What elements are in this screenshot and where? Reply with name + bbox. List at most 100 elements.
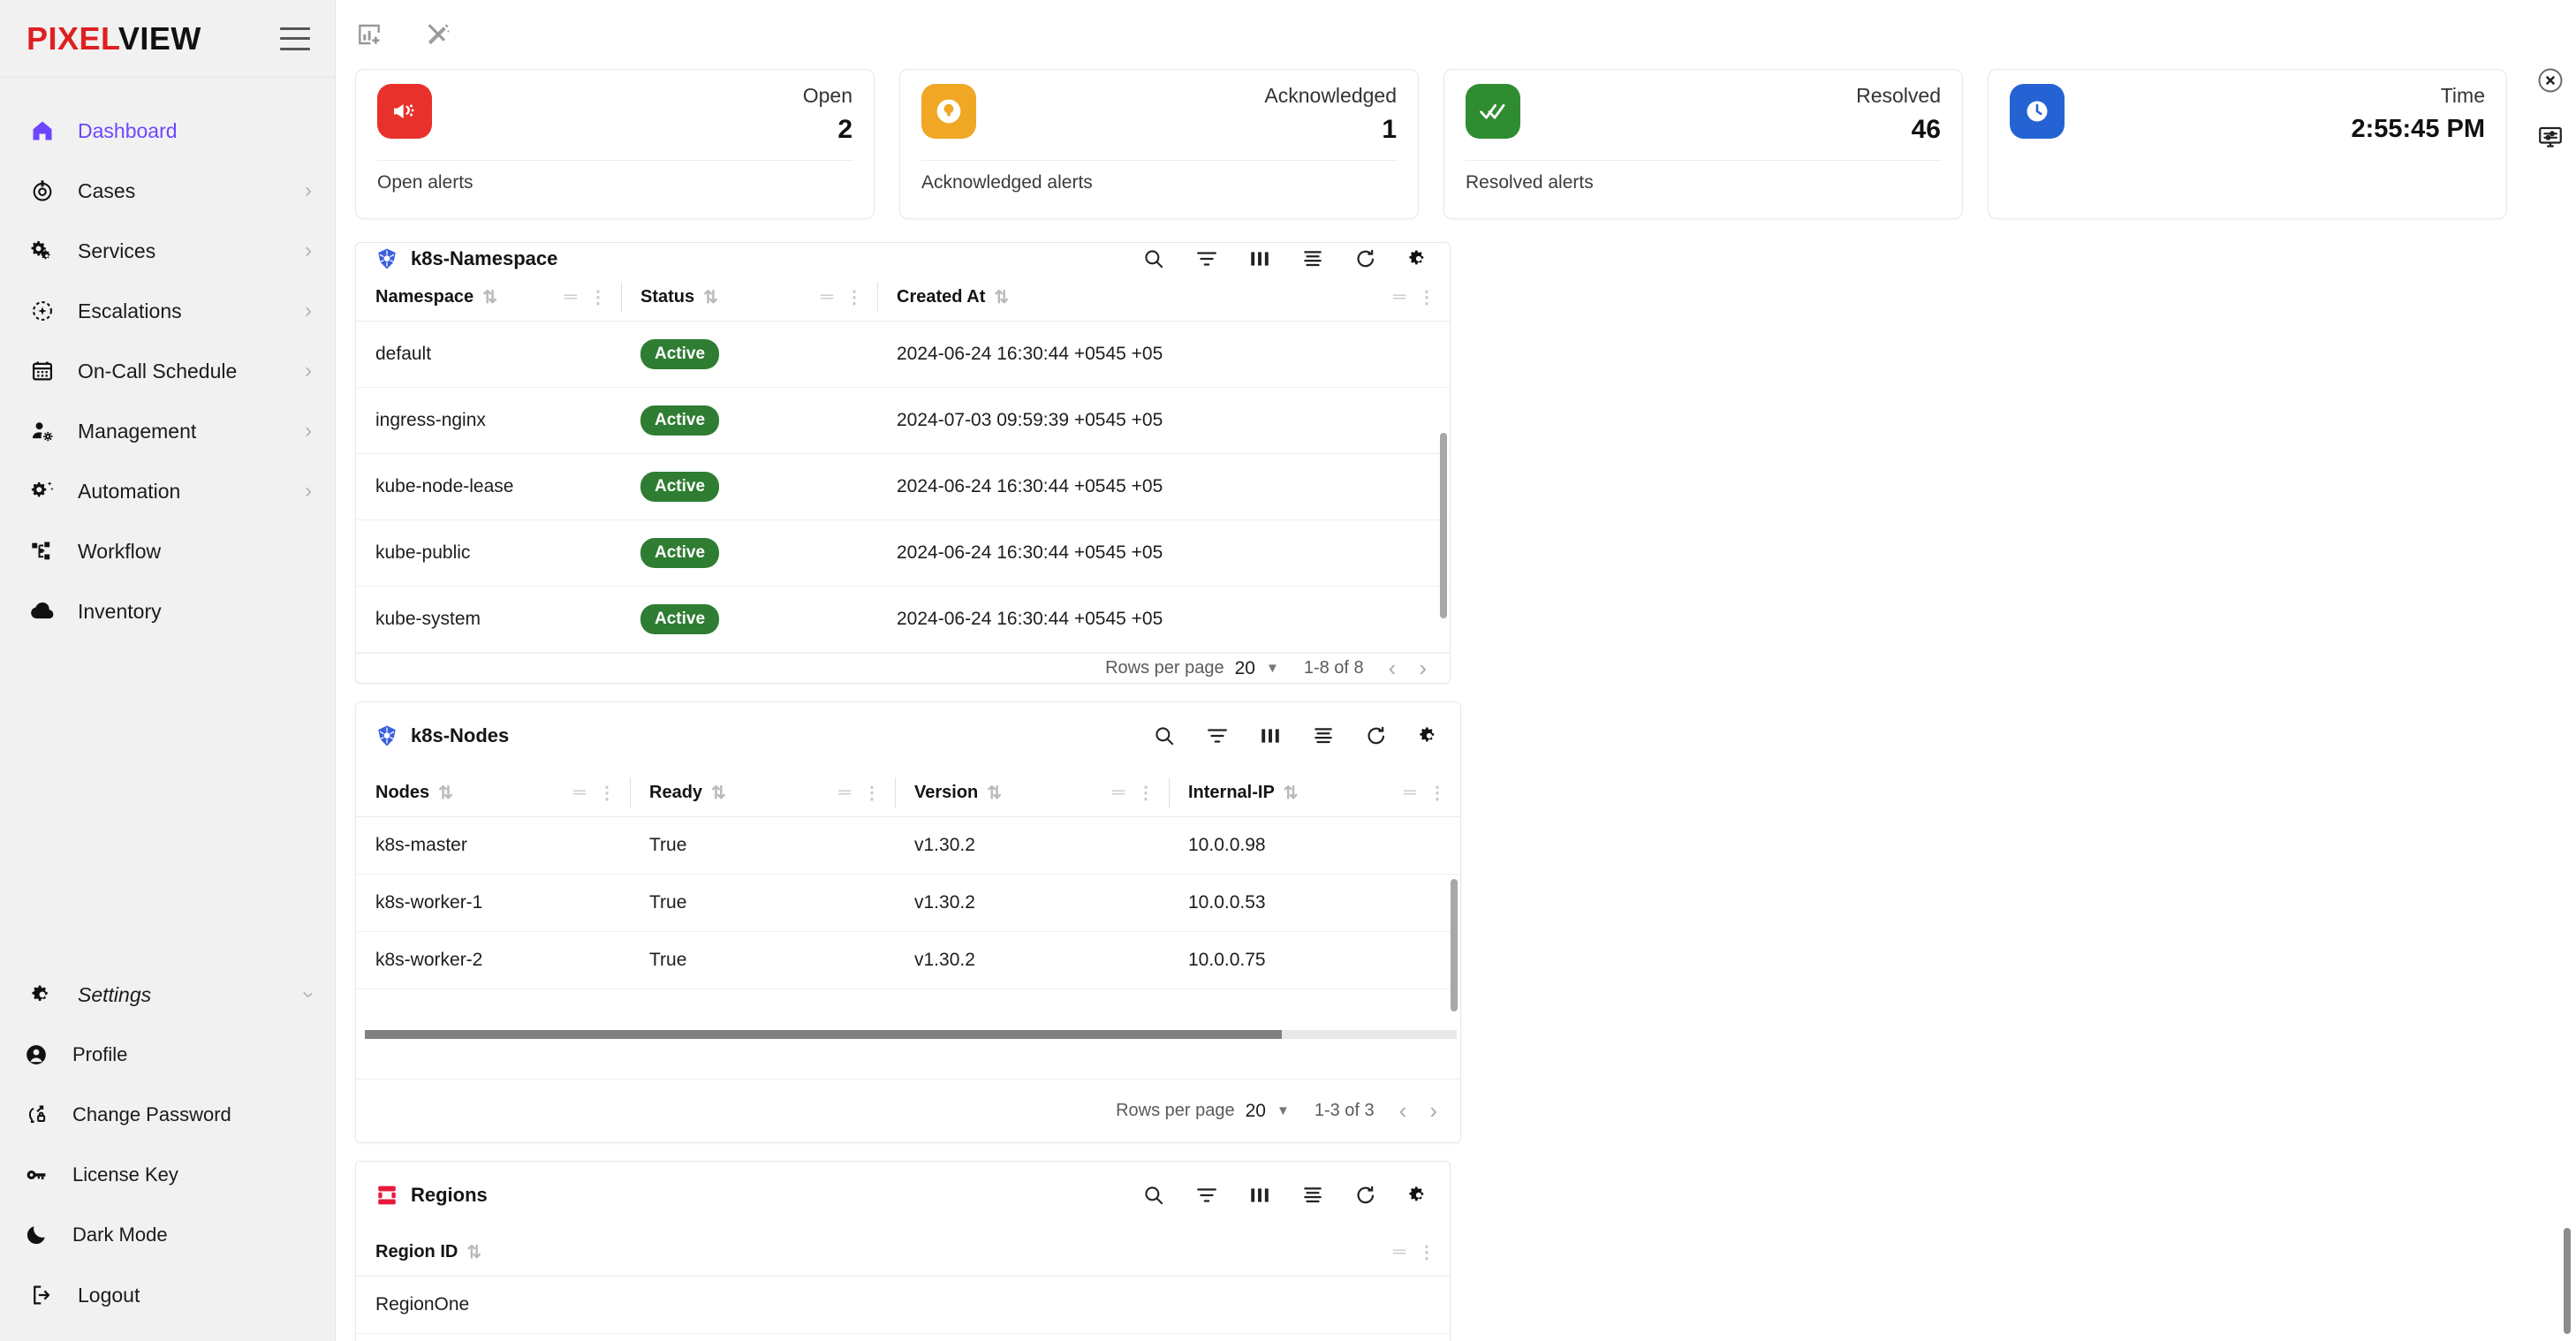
design-tools-icon[interactable] — [424, 20, 452, 49]
settings-icon[interactable] — [1418, 724, 1441, 747]
sort-icon[interactable]: ⇅ — [703, 286, 718, 308]
refresh-icon[interactable] — [1354, 247, 1377, 270]
sidebar-item-cases[interactable]: Cases › — [0, 161, 335, 221]
page-scrollbar[interactable] — [2564, 1228, 2571, 1334]
refresh-icon[interactable] — [1354, 1184, 1377, 1207]
vertical-scrollbar[interactable] — [1451, 879, 1458, 1011]
add-chart-icon[interactable] — [355, 20, 383, 49]
table-row[interactable]: default Active 2024-06-24 16:30:44 +0545 +… — [356, 321, 1450, 389]
column-resize-icon[interactable]: ═ — [838, 783, 851, 803]
column-resize-icon[interactable]: ═ — [1112, 783, 1125, 803]
density-icon[interactable] — [1301, 247, 1324, 270]
density-icon[interactable] — [1312, 724, 1335, 747]
columns-icon[interactable] — [1248, 1184, 1271, 1207]
sidebar-item-on-call-schedule[interactable]: On-Call Schedule › — [0, 341, 335, 401]
stat-card-open[interactable]: Open 2 Open alerts — [355, 69, 875, 219]
column-menu-icon[interactable]: ⋮ — [1418, 286, 1436, 308]
sidebar-item-license-key[interactable]: License Key — [0, 1145, 335, 1205]
sidebar-item-settings[interactable]: Settings › — [0, 965, 335, 1025]
filter-icon[interactable] — [1206, 724, 1229, 747]
column-header-namespace[interactable]: Namespace ⇅ ═ ⋮ — [356, 274, 621, 322]
search-icon[interactable] — [1142, 1184, 1165, 1207]
table-row[interactable]: k8s-master True v1.30.2 10.0.0.98 — [356, 816, 1460, 875]
column-menu-icon[interactable]: ⋮ — [598, 782, 616, 804]
app-logo[interactable]: PIXELVIEW — [27, 20, 201, 57]
sidebar-item-logout[interactable]: Logout — [0, 1265, 335, 1325]
next-page-button[interactable]: › — [1419, 655, 1427, 682]
stat-card-acknowledged[interactable]: Acknowledged 1 Acknowledged alerts — [899, 69, 1419, 219]
columns-icon[interactable] — [1259, 724, 1282, 747]
sort-icon[interactable]: ⇅ — [1284, 782, 1299, 804]
sidebar-item-services[interactable]: Services › — [0, 221, 335, 281]
sidebar-item-workflow[interactable]: Workflow — [0, 521, 335, 581]
settings-icon[interactable] — [1407, 1184, 1430, 1207]
chevron-down-icon[interactable]: ▼ — [1277, 1103, 1290, 1118]
menu-toggle-icon[interactable] — [280, 27, 310, 50]
search-icon[interactable] — [1153, 724, 1176, 747]
column-header-ready[interactable]: Ready ⇅ ═ ⋮ — [630, 769, 895, 817]
columns-icon[interactable] — [1248, 247, 1271, 270]
sort-icon[interactable]: ⇅ — [994, 286, 1009, 308]
scrollbar-thumb[interactable] — [365, 1029, 1283, 1039]
column-resize-icon[interactable]: ═ — [573, 783, 586, 803]
column-menu-icon[interactable]: ⋮ — [1418, 1241, 1436, 1263]
column-resize-icon[interactable]: ═ — [821, 287, 833, 307]
sidebar-item-profile[interactable]: Profile — [0, 1025, 335, 1085]
table-row[interactable]: kube-node-lease Active 2024-06-24 16:30:44… — [356, 453, 1450, 521]
column-resize-icon[interactable]: ═ — [1393, 1242, 1405, 1262]
column-menu-icon[interactable]: ⋮ — [845, 286, 863, 308]
column-resize-icon[interactable]: ═ — [1393, 287, 1405, 307]
next-page-button[interactable]: › — [1429, 1097, 1437, 1125]
sidebar-item-escalations[interactable]: Escalations › — [0, 281, 335, 341]
sidebar-item-change-password[interactable]: Change Password — [0, 1085, 335, 1145]
chevron-down-icon[interactable]: ▼ — [1266, 661, 1279, 676]
table-row[interactable]: kube-system Active 2024-06-24 16:30:44 +05… — [356, 586, 1450, 654]
sidebar-item-dashboard[interactable]: Dashboard — [0, 101, 335, 161]
dashboard-grid: k8s-Namespace Namespace ⇅ ═ ⋮ Status ⇅ ═ ⋮ Cre… — [336, 219, 2576, 1341]
table-row[interactable]: RegionOne — [356, 1276, 1450, 1334]
sidebar-item-inventory[interactable]: Inventory — [0, 581, 335, 641]
search-icon[interactable] — [1142, 247, 1165, 270]
settings-icon[interactable] — [1407, 247, 1430, 270]
close-icon[interactable] — [2537, 67, 2564, 94]
table-row[interactable]: ingress-nginx Active 2024-07-03 09:59:39 +… — [356, 387, 1450, 455]
stat-card-resolved[interactable]: Resolved 46 Resolved alerts — [1443, 69, 1963, 219]
sort-icon[interactable]: ⇅ — [438, 782, 453, 804]
rows-per-page[interactable]: Rows per page 20 ▼ — [1116, 1101, 1290, 1122]
sidebar-item-dark-mode[interactable]: Dark Mode — [0, 1205, 335, 1265]
previous-page-button[interactable]: ‹ — [1399, 1097, 1407, 1125]
table-row[interactable]: kube-public Active 2024-06-24 16:30:44 +05… — [356, 519, 1450, 587]
sidebar-item-management[interactable]: Management › — [0, 401, 335, 461]
layout-settings-icon[interactable] — [2537, 124, 2564, 150]
column-header-internal-ip[interactable]: Internal-IP ⇅ ═ ⋮ — [1169, 769, 1460, 817]
table-row[interactable]: k8s-worker-2 True v1.30.2 10.0.0.75 — [356, 931, 1460, 989]
sidebar-item-automation[interactable]: Automation › — [0, 461, 335, 521]
column-resize-icon[interactable]: ═ — [1404, 783, 1416, 803]
rows-per-page-label: Rows per page — [1105, 658, 1224, 678]
horizontal-scrollbar[interactable] — [365, 1029, 1457, 1039]
sort-icon[interactable]: ⇅ — [711, 782, 726, 804]
stat-card-time[interactable]: Time 2:55:45 PM — [1988, 69, 2507, 219]
column-header-status[interactable]: Status ⇅ ═ ⋮ — [621, 274, 877, 322]
column-menu-icon[interactable]: ⋮ — [589, 286, 607, 308]
refresh-icon[interactable] — [1365, 724, 1388, 747]
column-menu-icon[interactable]: ⋮ — [863, 782, 881, 804]
sort-icon[interactable]: ⇅ — [482, 286, 497, 308]
sort-icon[interactable]: ⇅ — [987, 782, 1002, 804]
column-header-region-id[interactable]: Region ID ⇅ ═ ⋮ — [356, 1229, 1450, 1277]
rows-per-page[interactable]: Rows per page 20 ▼ — [1105, 658, 1279, 679]
density-icon[interactable] — [1301, 1184, 1324, 1207]
column-header-created-at[interactable]: Created At ⇅ ═ ⋮ — [877, 274, 1450, 322]
table-header-row: Namespace ⇅ ═ ⋮ Status ⇅ ═ ⋮ Created At ⇅ ═ ⋮ — [356, 274, 1450, 322]
vertical-scrollbar[interactable] — [1440, 433, 1447, 618]
filter-icon[interactable] — [1195, 1184, 1218, 1207]
filter-icon[interactable] — [1195, 247, 1218, 270]
column-header-version[interactable]: Version ⇅ ═ ⋮ — [895, 769, 1169, 817]
previous-page-button[interactable]: ‹ — [1389, 655, 1397, 682]
column-header-nodes[interactable]: Nodes ⇅ ═ ⋮ — [356, 769, 630, 817]
column-menu-icon[interactable]: ⋮ — [1137, 782, 1155, 804]
sort-icon[interactable]: ⇅ — [466, 1241, 481, 1263]
column-resize-icon[interactable]: ═ — [564, 287, 577, 307]
column-menu-icon[interactable]: ⋮ — [1428, 782, 1446, 804]
table-row[interactable]: k8s-worker-1 True v1.30.2 10.0.0.53 — [356, 874, 1460, 932]
